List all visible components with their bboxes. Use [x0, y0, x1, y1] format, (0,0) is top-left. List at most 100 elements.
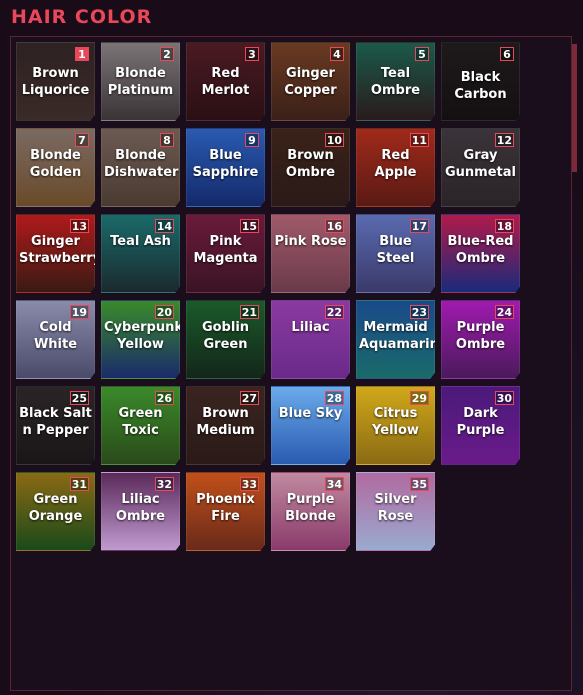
swatch-label: Silver Rose [374, 492, 417, 524]
swatch-label: Gray Gunmetal [445, 148, 516, 180]
swatch-label: Green Toxic [118, 406, 163, 438]
swatch-label: Red Merlot [201, 66, 250, 98]
swatch-label: Blue Steel [376, 234, 415, 266]
scrollbar-thumb[interactable] [572, 44, 577, 172]
swatch-label: Blonde Dishwater [104, 148, 179, 180]
color-swatch-31[interactable]: 31 Green Orange [16, 472, 95, 551]
swatch-number: 11 [409, 133, 429, 147]
swatch-number: 24 [494, 305, 514, 319]
color-swatch-34[interactable]: 34 Purple Blonde [271, 472, 350, 551]
color-swatch-29[interactable]: 29 Citrus Yellow [356, 386, 435, 465]
color-swatch-24[interactable]: 24 Purple Ombre [441, 300, 520, 379]
color-swatch-35[interactable]: 35 Silver Rose [356, 472, 435, 551]
color-swatch-5[interactable]: 5 Teal Ombre [356, 42, 435, 121]
swatch-label: Pink Rose [274, 234, 347, 249]
color-swatch-22[interactable]: 22 Liliac [271, 300, 350, 379]
swatch-label: Blue Sapphire [192, 148, 259, 180]
color-swatch-4[interactable]: 4 Ginger Copper [271, 42, 350, 121]
swatch-number: 32 [154, 477, 174, 491]
swatch-number: 33 [239, 477, 259, 491]
swatch-number: 22 [324, 305, 344, 319]
color-swatch-21[interactable]: 21 Goblin Green [186, 300, 265, 379]
color-swatch-14[interactable]: 14 Teal Ash [101, 214, 180, 293]
swatch-label: Dark Purple [456, 406, 505, 438]
swatch-label: Purple Blonde [285, 492, 336, 524]
color-swatch-7[interactable]: 7 Blonde Golden [16, 128, 95, 207]
swatch-label: Phoenix Fire [196, 492, 255, 524]
swatch-number: 26 [154, 391, 174, 405]
swatch-number: 7 [75, 133, 89, 147]
color-swatch-28[interactable]: 28 Blue Sky [271, 386, 350, 465]
swatch-number: 25 [69, 391, 89, 405]
scrollbar[interactable] [572, 36, 577, 336]
swatch-number: 13 [69, 219, 89, 233]
swatch-number: 14 [154, 219, 174, 233]
swatch-number: 2 [160, 47, 174, 61]
color-swatch-13[interactable]: 13 Ginger Strawberry [16, 214, 95, 293]
swatch-label: Brown Liquorice [21, 66, 90, 98]
swatch-number: 30 [494, 391, 514, 405]
swatch-number: 29 [409, 391, 429, 405]
color-swatch-10[interactable]: 10 Brown Ombre [271, 128, 350, 207]
page-title: HAIR COLOR [11, 6, 153, 28]
swatch-number: 16 [324, 219, 344, 233]
swatch-number: 19 [69, 305, 89, 319]
swatch-number: 17 [409, 219, 429, 233]
color-swatch-25[interactable]: 25 Black Salt n Pepper [16, 386, 95, 465]
color-swatch-11[interactable]: 11 Red Apple [356, 128, 435, 207]
swatch-number: 27 [239, 391, 259, 405]
color-swatch-12[interactable]: 12 Gray Gunmetal [441, 128, 520, 207]
color-swatch-1[interactable]: 1 Brown Liquorice [16, 42, 95, 121]
swatch-number: 9 [245, 133, 259, 147]
color-swatch-3[interactable]: 3 Red Merlot [186, 42, 265, 121]
swatch-label: Citrus Yellow [372, 406, 419, 438]
swatch-number: 10 [324, 133, 344, 147]
swatch-number: 35 [409, 477, 429, 491]
swatch-label: Cyberpunk Yellow [104, 320, 184, 352]
swatch-label: Black Carbon [454, 70, 507, 102]
color-swatch-6[interactable]: 6 Black Carbon [441, 42, 520, 121]
swatch-number: 21 [239, 305, 259, 319]
color-swatch-16[interactable]: 16 Pink Rose [271, 214, 350, 293]
swatch-label: Red Apple [374, 148, 417, 180]
swatch-label: Ginger Copper [284, 66, 337, 98]
swatch-label: Purple Ombre [455, 320, 506, 352]
color-swatch-30[interactable]: 30 Dark Purple [441, 386, 520, 465]
swatch-number: 8 [160, 133, 174, 147]
color-swatch-2[interactable]: 2 Blonde Platinum [101, 42, 180, 121]
swatch-label: Cold White [33, 320, 78, 352]
swatch-label: Blue Sky [278, 406, 343, 421]
swatch-number: 6 [500, 47, 514, 61]
swatch-number: 4 [330, 47, 344, 61]
color-swatch-23[interactable]: 23 Mermaid Aquamarine [356, 300, 435, 379]
swatch-label: Green Orange [28, 492, 83, 524]
swatch-number: 28 [324, 391, 344, 405]
swatch-number: 12 [494, 133, 514, 147]
swatch-label: Liliac [291, 320, 330, 335]
swatch-number: 3 [245, 47, 259, 61]
swatch-label: Ginger Strawberry [19, 234, 102, 266]
color-swatch-9[interactable]: 9 Blue Sapphire [186, 128, 265, 207]
color-swatch-33[interactable]: 33 Phoenix Fire [186, 472, 265, 551]
swatch-label: Mermaid Aquamarine [359, 320, 448, 352]
swatch-number: 1 [75, 47, 89, 61]
swatch-number: 5 [415, 47, 429, 61]
color-swatch-18[interactable]: 18 Blue-Red Ombre [441, 214, 520, 293]
swatch-label: Teal Ombre [370, 66, 421, 98]
swatch-label: Goblin Green [201, 320, 250, 352]
color-swatch-8[interactable]: 8 Blonde Dishwater [101, 128, 180, 207]
color-swatch-27[interactable]: 27 Brown Medium [186, 386, 265, 465]
swatch-label: Black Salt n Pepper [19, 406, 92, 438]
swatch-number: 18 [494, 219, 514, 233]
color-swatch-15[interactable]: 15 Pink Magenta [186, 214, 265, 293]
color-swatch-19[interactable]: 19 Cold White [16, 300, 95, 379]
swatch-label: Blonde Platinum [107, 66, 174, 98]
color-swatch-32[interactable]: 32 Liliac Ombre [101, 472, 180, 551]
color-swatch-20[interactable]: 20 Cyberpunk Yellow [101, 300, 180, 379]
swatch-number: 15 [239, 219, 259, 233]
color-swatch-26[interactable]: 26 Green Toxic [101, 386, 180, 465]
swatch-number: 31 [69, 477, 89, 491]
swatch-label: Pink Magenta [193, 234, 258, 266]
swatch-number: 34 [324, 477, 344, 491]
color-swatch-17[interactable]: 17 Blue Steel [356, 214, 435, 293]
